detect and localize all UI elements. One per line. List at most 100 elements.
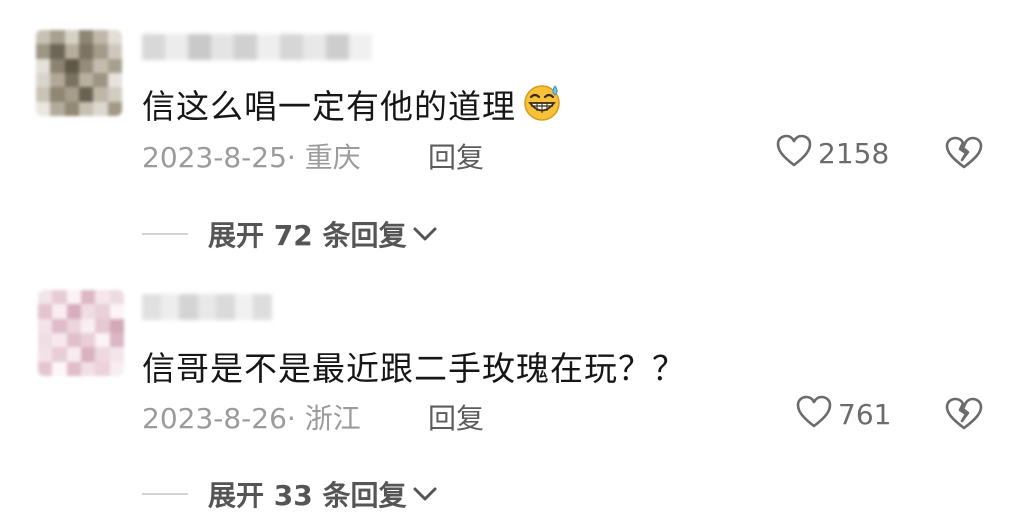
- avatar-pixel: [109, 332, 124, 348]
- avatar[interactable]: [36, 30, 122, 116]
- avatar-pixel: [78, 101, 94, 116]
- avatar-pixel: [78, 30, 94, 45]
- avatar-pixel: [52, 290, 67, 305]
- username-pixel: [165, 34, 188, 60]
- expand-replies-label: 展开 33 条回复: [208, 479, 407, 512]
- grinning-sweat-emoji: [522, 82, 562, 130]
- avatar-pixel: [107, 72, 122, 88]
- like-count: 2158: [818, 136, 890, 170]
- avatar-pixel: [109, 347, 124, 362]
- username-pixel: [234, 34, 257, 60]
- username-pixel: [216, 294, 235, 320]
- avatar-pixel: [93, 58, 108, 73]
- avatar-pixel: [64, 72, 79, 88]
- avatar-pixel: [109, 361, 124, 376]
- divider-line: [142, 233, 188, 235]
- avatar-pixel: [64, 44, 79, 59]
- avatar-pixel: [64, 58, 79, 73]
- username[interactable]: [142, 294, 272, 320]
- avatar-pixel: [50, 72, 65, 88]
- avatar-pixel: [50, 58, 65, 73]
- reply-button[interactable]: 回复: [428, 136, 484, 176]
- avatar-pixel: [36, 87, 51, 102]
- avatar-pixel: [50, 101, 65, 116]
- expand-replies-label: 展开 72 条回复: [208, 219, 407, 252]
- username-pixel: [211, 34, 234, 60]
- username-pixel: [280, 34, 303, 60]
- expand-replies-button[interactable]: 展开 72 条回复: [142, 214, 438, 254]
- avatar-pixel: [38, 361, 53, 376]
- heart-icon: [776, 134, 812, 172]
- avatar-pixel: [107, 87, 122, 102]
- avatar-pixel: [52, 332, 67, 348]
- comment-date-location: 2023-8-25· 重庆: [142, 141, 361, 174]
- avatar-pixel: [66, 290, 81, 305]
- username-pixel: [142, 294, 161, 320]
- like-button[interactable]: 2158: [776, 134, 889, 172]
- expand-replies-button[interactable]: 展开 33 条回复: [142, 474, 438, 514]
- avatar-pixel: [80, 318, 96, 333]
- like-count: 761: [838, 397, 892, 431]
- like-button[interactable]: 761: [796, 395, 891, 433]
- avatar-pixel: [93, 101, 108, 116]
- divider-line: [142, 493, 188, 495]
- avatar-pixel: [78, 72, 94, 88]
- broken-heart-icon[interactable]: [945, 397, 983, 435]
- avatar-pixel: [78, 87, 94, 102]
- username-pixel: [142, 34, 165, 60]
- reply-button[interactable]: 回复: [428, 397, 484, 437]
- avatar[interactable]: [38, 290, 124, 376]
- avatar-pixel: [36, 30, 51, 45]
- avatar-pixel: [66, 332, 81, 348]
- avatar-pixel: [93, 72, 108, 88]
- avatar-pixel: [93, 44, 108, 59]
- avatar-pixel: [80, 347, 96, 362]
- avatar-pixel: [50, 87, 65, 102]
- avatar-pixel: [64, 101, 79, 116]
- avatar-pixel: [80, 361, 96, 376]
- avatar-pixel: [95, 290, 110, 305]
- avatar-pixel: [66, 318, 81, 333]
- avatar-pixel: [93, 30, 108, 45]
- avatar-pixel: [36, 58, 51, 73]
- avatar-pixel: [78, 58, 94, 73]
- avatar-pixel: [66, 347, 81, 362]
- comment-item: 信哥是不是最近跟二手玫瑰在玩？？ 2023-8-26· 浙江 回复 761 展开…: [0, 266, 1024, 532]
- broken-heart-icon[interactable]: [945, 136, 983, 174]
- username[interactable]: [142, 34, 372, 60]
- avatar-pixel: [52, 347, 67, 362]
- avatar-pixel: [36, 44, 51, 59]
- avatar-pixel: [109, 290, 124, 305]
- avatar-pixel: [38, 290, 53, 305]
- avatar-pixel: [66, 304, 81, 319]
- avatar-pixel: [95, 361, 110, 376]
- username-pixel: [253, 294, 272, 320]
- avatar-pixel: [38, 347, 53, 362]
- avatar-pixel: [64, 87, 79, 102]
- username-pixel: [188, 34, 211, 60]
- comment-date-location: 2023-8-26· 浙江: [142, 402, 361, 435]
- comment-text: 信哥是不是最近跟二手玫瑰在玩？？: [142, 342, 686, 390]
- username-pixel: [179, 294, 198, 320]
- avatar-pixel: [78, 44, 94, 59]
- username-pixel: [326, 34, 349, 60]
- avatar-pixel: [80, 304, 96, 319]
- username-pixel: [234, 294, 254, 320]
- avatar-pixel: [38, 332, 53, 348]
- avatar-pixel: [109, 318, 124, 333]
- avatar-pixel: [52, 304, 67, 319]
- avatar-pixel: [50, 30, 65, 45]
- avatar-pixel: [66, 361, 81, 376]
- avatar-pixel: [107, 101, 122, 116]
- avatar-pixel: [107, 30, 122, 45]
- avatar-pixel: [80, 290, 96, 305]
- avatar-pixel: [52, 318, 67, 333]
- avatar-pixel: [38, 318, 53, 333]
- avatar-pixel: [95, 332, 110, 348]
- avatar-pixel: [80, 332, 96, 348]
- comment-item: 信这么唱一定有他的道理 2023-8-25· 重庆 回复 2158 展开 72 …: [0, 0, 1024, 266]
- comment-text: 信这么唱一定有他的道理: [142, 80, 562, 133]
- avatar-pixel: [95, 347, 110, 362]
- username-pixel: [303, 34, 326, 60]
- username-pixel: [257, 34, 280, 60]
